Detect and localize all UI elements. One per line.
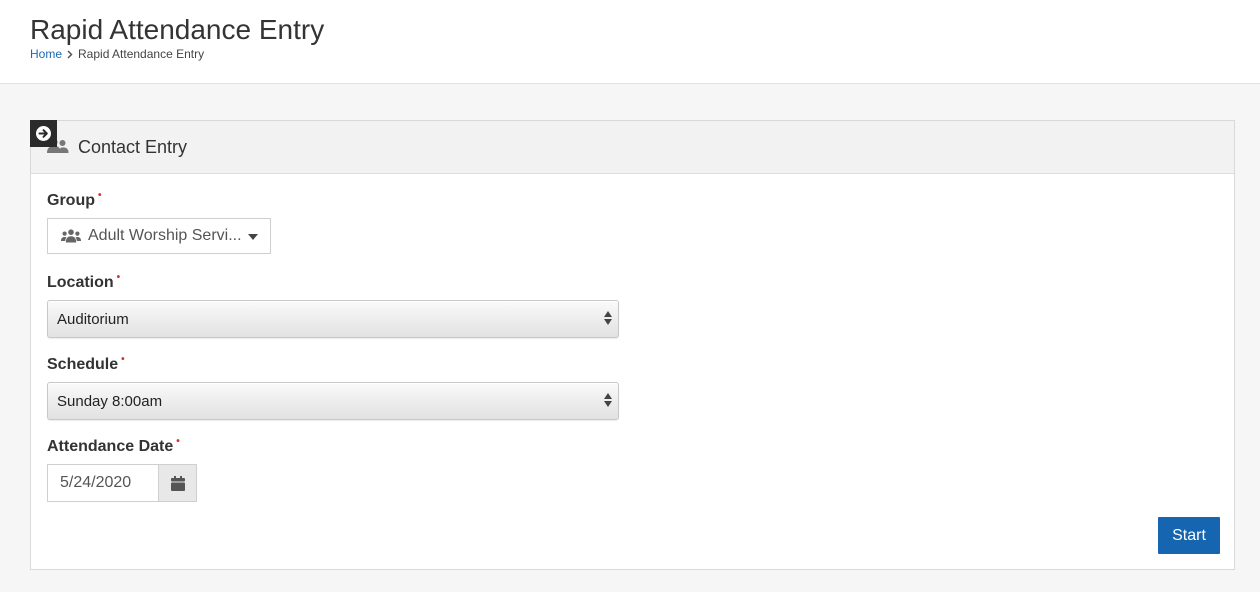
breadcrumb: Home Rapid Attendance Entry [30, 46, 204, 62]
group-label-text: Group [47, 192, 95, 209]
panel-heading: Contact Entry [30, 120, 1234, 174]
calendar-icon[interactable] [158, 464, 197, 502]
start-button[interactable]: Start [1158, 517, 1220, 554]
select-arrows-icon [604, 393, 612, 407]
required-marker: • [176, 436, 180, 447]
breadcrumb-current: Rapid Attendance Entry [78, 47, 205, 61]
breadcrumb-home-link[interactable]: Home [30, 46, 62, 62]
page-header: Rapid Attendance Entry Home Rapid Attend… [0, 0, 1260, 84]
caret-down-icon [248, 234, 258, 240]
attendance-date-label: Attendance Date • [47, 436, 180, 456]
schedule-select[interactable]: Sunday 8:00am [47, 382, 619, 420]
schedule-select-value: Sunday 8:00am [57, 392, 163, 410]
group-picker-value: Adult Worship Servi... [88, 227, 242, 244]
schedule-label-text: Schedule [47, 356, 119, 373]
attendance-date-group [47, 464, 197, 502]
location-label: Location • [47, 272, 121, 292]
location-select-value: Auditorium [57, 310, 129, 328]
required-marker: • [116, 272, 121, 283]
contact-entry-panel: Contact Entry Group • Adult Worship Servi… [30, 120, 1235, 570]
attendance-date-input[interactable] [47, 464, 158, 502]
location-label-text: Location [47, 274, 114, 291]
attendance-date-label-text: Attendance Date [47, 438, 174, 455]
required-marker: • [121, 354, 125, 365]
group-picker[interactable]: Adult Worship Servi... [47, 218, 271, 254]
group-label: Group • [47, 190, 102, 210]
schedule-label: Schedule • [47, 354, 125, 374]
location-select[interactable]: Auditorium [47, 300, 619, 338]
arrow-circle-right-icon[interactable] [30, 120, 57, 147]
users-icon [61, 229, 81, 243]
required-marker: • [98, 190, 102, 201]
page-title: Rapid Attendance Entry [30, 14, 325, 45]
panel-title: Contact Entry [78, 137, 188, 157]
select-arrows-icon [604, 311, 612, 325]
chevron-right-icon [67, 49, 73, 59]
